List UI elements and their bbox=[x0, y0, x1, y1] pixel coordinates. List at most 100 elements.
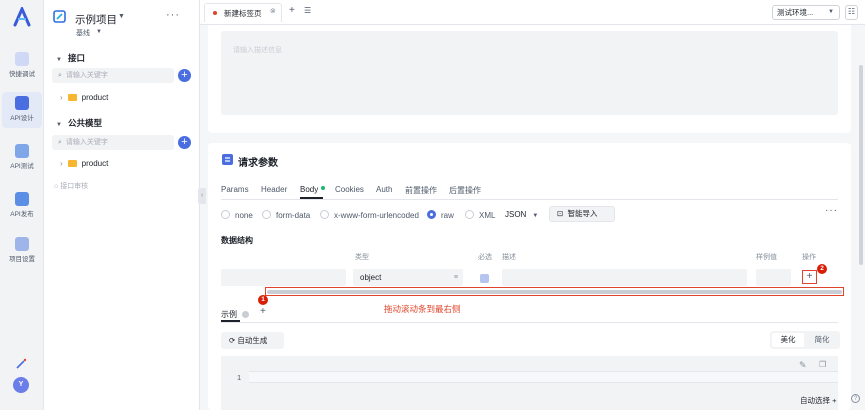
radio-none[interactable]: none bbox=[221, 210, 253, 220]
add-field-button[interactable]: + bbox=[802, 270, 817, 284]
tab-body-label: Body bbox=[300, 185, 319, 194]
json-label: JSON bbox=[505, 210, 527, 219]
description-card: 请输入描述信息 bbox=[208, 25, 851, 133]
sample-value-field[interactable] bbox=[756, 269, 791, 286]
section-label: 公共模型 bbox=[67, 118, 102, 128]
description-placeholder: 请输入描述信息 bbox=[233, 47, 282, 54]
json-select[interactable]: JSON ▼ bbox=[505, 210, 538, 219]
rail-label: API设计 bbox=[10, 115, 34, 122]
api-publish-icon bbox=[15, 192, 29, 206]
column-header-type: 类型 bbox=[355, 254, 369, 261]
tab-header[interactable]: Header bbox=[261, 185, 287, 194]
folder-label: product bbox=[81, 93, 109, 102]
radio-label: form-data bbox=[276, 211, 311, 220]
model-search-input[interactable]: ⌕ 请输入关键字 bbox=[52, 135, 174, 150]
divider bbox=[221, 322, 838, 323]
simplify-button[interactable]: 简化 bbox=[806, 333, 838, 347]
tree-folder-product[interactable]: › product bbox=[60, 93, 108, 102]
chevron-down-icon: ▼ bbox=[828, 9, 834, 15]
beautify-button[interactable]: 美化 bbox=[772, 333, 804, 347]
tree-folder-product[interactable]: › product bbox=[60, 159, 108, 168]
search-placeholder: 请输入关键字 bbox=[65, 72, 108, 79]
tab-cookies[interactable]: Cookies bbox=[335, 185, 364, 194]
copy-icon[interactable]: ❐ bbox=[819, 360, 826, 369]
tab-list-icon[interactable]: ☰ bbox=[304, 6, 311, 15]
api-search-input[interactable]: ⌕ 请输入关键字 bbox=[52, 68, 174, 83]
example-label: 示例 bbox=[221, 310, 237, 319]
help-icon[interactable]: ? bbox=[851, 394, 860, 403]
type-value: object bbox=[360, 273, 382, 282]
annotation-badge-2: 2 bbox=[817, 264, 827, 274]
chevron-down-icon[interactable]: ▼ bbox=[118, 13, 125, 20]
chevron-down-icon[interactable]: ▼ bbox=[96, 29, 102, 35]
project-sidebar: 示例项目 ▼ ··· 基线 ▼ ▼ 接口 ⌕ 请输入关键字 + › product ▼… bbox=[44, 0, 200, 410]
api-section-title[interactable]: ▼ 接口 bbox=[56, 52, 85, 64]
model-section-title[interactable]: ▼ 公共模型 bbox=[56, 117, 102, 129]
search-icon: ⌕ bbox=[58, 72, 62, 79]
more-icon[interactable]: ··· bbox=[166, 9, 180, 21]
project-name[interactable]: 示例项目 bbox=[75, 12, 117, 27]
radio-circle-icon bbox=[221, 210, 230, 219]
project-settings-icon bbox=[15, 237, 29, 251]
chevron-right-icon: › bbox=[60, 159, 63, 168]
example-tab[interactable]: 示例 bbox=[221, 309, 249, 320]
tab-new[interactable]: 新建标签页 ⊗ bbox=[204, 3, 282, 22]
tab-auth[interactable]: Auth bbox=[376, 185, 392, 194]
column-header-required: 必选 bbox=[478, 254, 492, 261]
required-checkbox[interactable] bbox=[480, 274, 489, 283]
edit-icon[interactable]: ✎ bbox=[799, 360, 807, 371]
import-icon: ⊡ bbox=[557, 209, 564, 218]
editor-line[interactable] bbox=[249, 371, 838, 383]
horizontal-scrollbar[interactable] bbox=[267, 290, 842, 294]
magic-wand-icon[interactable] bbox=[15, 358, 27, 370]
avatar[interactable]: Y bbox=[13, 377, 29, 393]
tab-body[interactable]: Body bbox=[300, 185, 326, 194]
type-edit-icon: ≡ bbox=[453, 274, 458, 281]
rail-item-api-design[interactable]: API设计 bbox=[2, 92, 42, 128]
close-icon[interactable]: ⊗ bbox=[270, 7, 276, 15]
sidebar-collapse-handle[interactable]: ‹ bbox=[198, 188, 206, 204]
code-editor[interactable]: 1 ✎ ❐ bbox=[221, 356, 838, 410]
tab-post-operation[interactable]: 后置操作 bbox=[449, 185, 481, 196]
radio-raw[interactable]: raw bbox=[427, 210, 454, 220]
description-input[interactable]: 请输入描述信息 bbox=[221, 31, 838, 115]
environment-select[interactable]: 测试环境... ▼ bbox=[772, 5, 840, 20]
folder-icon bbox=[67, 160, 77, 167]
more-icon[interactable]: ··· bbox=[825, 205, 838, 216]
radio-xml[interactable]: XML bbox=[465, 210, 495, 220]
environment-label: 测试环境... bbox=[777, 8, 814, 17]
tab-params[interactable]: Params bbox=[221, 185, 249, 194]
api-design-icon bbox=[15, 96, 29, 110]
rail-item-api-test[interactable]: API测试 bbox=[2, 140, 42, 176]
description-field[interactable] bbox=[502, 269, 747, 286]
auto-select-button[interactable]: 自动选择 + bbox=[800, 395, 836, 406]
environment-settings-button[interactable]: ☷ bbox=[845, 5, 858, 20]
status-dot-icon bbox=[321, 186, 326, 190]
radio-urlencoded[interactable]: x-www-form-urlencoded bbox=[320, 210, 419, 220]
rail-label: API测试 bbox=[10, 163, 34, 170]
add-tab-icon[interactable]: + bbox=[289, 5, 295, 16]
field-name-input[interactable] bbox=[221, 269, 346, 286]
radio-form-data[interactable]: form-data bbox=[262, 210, 310, 220]
vertical-scrollbar[interactable] bbox=[857, 25, 865, 410]
branch-selector[interactable]: 基线 bbox=[76, 28, 90, 38]
scrollbar-thumb[interactable] bbox=[859, 65, 863, 265]
rail-item-project-settings[interactable]: 项目设置 bbox=[2, 233, 42, 269]
add-example-icon[interactable]: + bbox=[260, 306, 266, 317]
api-review-item[interactable]: ⌂ 接口审核 bbox=[54, 181, 88, 191]
add-api-button[interactable]: + bbox=[178, 69, 191, 82]
type-select[interactable]: object ≡ bbox=[353, 269, 463, 286]
auto-generate-button[interactable]: ⟳ 自动生成 bbox=[221, 332, 284, 349]
left-rail: 快捷调试 API设计 API测试 API发布 项目设置 Y bbox=[0, 0, 44, 410]
refresh-icon: ⟳ bbox=[229, 336, 236, 345]
rail-item-api-publish[interactable]: API发布 bbox=[2, 188, 42, 224]
rail-item-quick-debug[interactable]: 快捷调试 bbox=[2, 48, 42, 84]
smart-import-button[interactable]: ⊡ 智能导入 bbox=[549, 206, 615, 222]
add-model-button[interactable]: + bbox=[178, 136, 191, 149]
smart-import-label: 智能导入 bbox=[567, 209, 598, 218]
tab-pre-operation[interactable]: 前置操作 bbox=[405, 185, 437, 196]
data-structure-title: 数据结构 bbox=[221, 236, 253, 245]
tab-label: 新建标签页 bbox=[224, 9, 262, 18]
collapse-triangle-icon: ▼ bbox=[56, 57, 62, 63]
rail-label: API发布 bbox=[10, 211, 34, 218]
